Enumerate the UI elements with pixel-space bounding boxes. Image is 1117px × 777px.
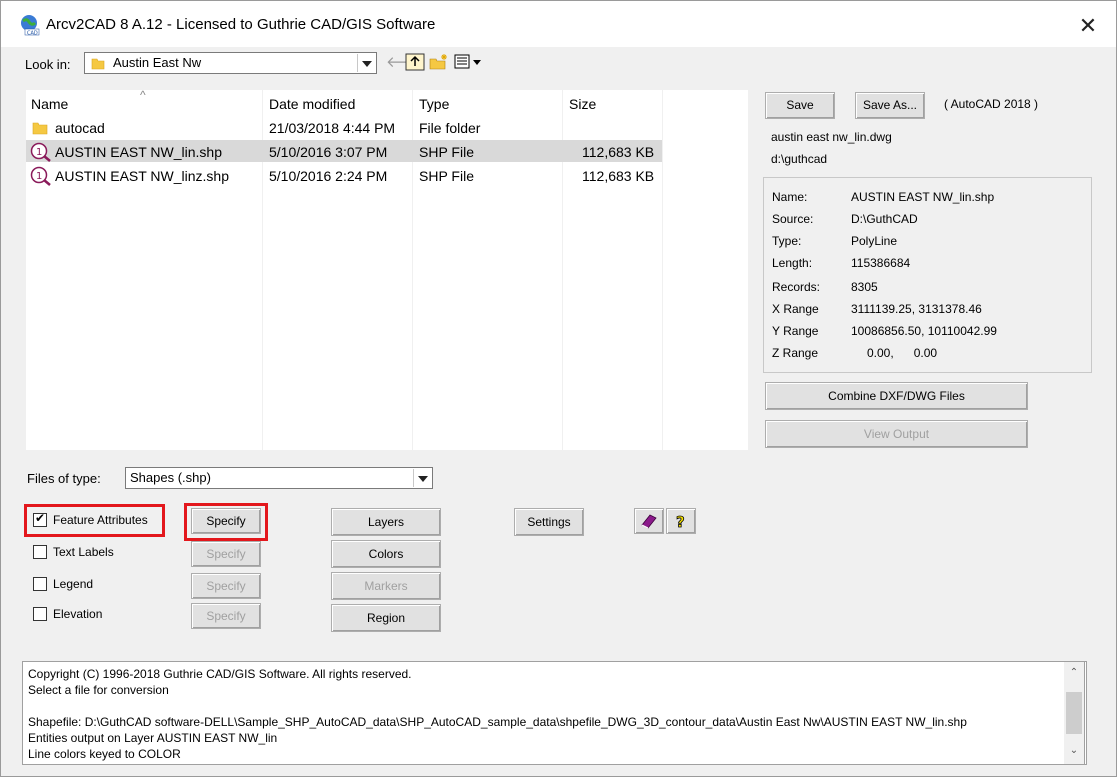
sort-ascending-icon: ^ [140, 88, 146, 102]
folder-icon [91, 58, 105, 70]
layers-button[interactable]: Layers [331, 508, 441, 536]
file-type: SHP File [419, 168, 474, 184]
file-date: 21/03/2018 4:44 PM [269, 120, 396, 136]
svg-text:?: ? [676, 513, 685, 531]
scroll-down-icon[interactable]: ⌄ [1064, 742, 1084, 760]
file-size: 112,683 KB [582, 168, 655, 184]
log-line: Shapefile: D:\GuthCAD software-DELL\Samp… [28, 715, 967, 729]
region-button[interactable]: Region [331, 604, 441, 632]
help-button[interactable]: ? [666, 508, 696, 534]
text-labels-specify-button[interactable]: Specify [191, 541, 261, 567]
file-name[interactable]: autocad [55, 120, 105, 136]
svg-text:1: 1 [36, 171, 42, 182]
legend-specify-button[interactable]: Specify [191, 573, 261, 599]
colors-button[interactable]: Colors [331, 540, 441, 568]
log-line: Line colors keyed to COLOR [28, 747, 181, 761]
scroll-up-icon[interactable]: ⌃ [1064, 664, 1084, 682]
files-of-type-dropdown[interactable]: Shapes (.shp) [125, 467, 433, 489]
file-type: SHP File [419, 144, 474, 160]
close-icon[interactable]: ✕ [1073, 11, 1103, 41]
info-zrange-value: 0.00, 0.00 [867, 346, 938, 360]
file-size: 112,683 KB [582, 144, 655, 160]
column-header-date[interactable]: Date modified [269, 96, 355, 112]
folder-icon [32, 122, 48, 135]
files-of-type-value: Shapes (.shp) [130, 470, 211, 485]
info-records-label: Records: [772, 280, 821, 294]
info-records-value: 8305 [851, 280, 878, 294]
info-yrange-label: Y Range [772, 324, 819, 338]
scroll-thumb[interactable] [1066, 692, 1082, 734]
info-source-label: Source: [772, 212, 814, 226]
info-type-value: PolyLine [851, 234, 898, 248]
log-line: Copyright (C) 1996-2018 Guthrie CAD/GIS … [28, 667, 412, 681]
file-name[interactable]: AUSTIN EAST NW_lin.shp [55, 144, 222, 160]
log-scrollbar[interactable]: ⌃ ⌄ [1064, 661, 1085, 765]
status-log[interactable]: Copyright (C) 1996-2018 Guthrie CAD/GIS … [22, 661, 1087, 765]
log-line: Entities output on Layer AUSTIN EAST NW_… [28, 731, 278, 745]
info-name-value: AUSTIN EAST NW_lin.shp [851, 190, 995, 204]
question-mark-icon: ? [676, 513, 686, 532]
svg-text:1: 1 [36, 147, 42, 158]
up-folder-icon[interactable] [405, 53, 425, 71]
save-button[interactable]: Save [765, 92, 835, 119]
chevron-down-icon[interactable] [413, 469, 431, 487]
look-in-label: Look in: [25, 57, 71, 72]
book-icon [641, 514, 657, 529]
elevation-checkbox[interactable] [33, 607, 47, 621]
file-date: 5/10/2016 3:07 PM [269, 144, 388, 160]
info-xrange-value: 3111139.25, 3131378.46 [851, 302, 982, 316]
output-format-label: ( AutoCAD 2018 ) [944, 97, 1039, 111]
column-header-type[interactable]: Type [419, 96, 449, 112]
column-header-name[interactable]: Name [31, 96, 68, 112]
new-folder-icon[interactable] [429, 53, 449, 71]
file-date: 5/10/2016 2:24 PM [269, 168, 388, 184]
output-directory: d:\guthcad [771, 152, 828, 166]
file-name[interactable]: AUSTIN EAST NW_linz.shp [55, 168, 229, 184]
info-type-label: Type: [772, 234, 802, 248]
info-length-value: 115386684 [851, 256, 911, 270]
feature-attributes-label: Feature Attributes [53, 513, 148, 527]
window-title: Arcv2CAD 8 A.12 - Licensed to Guthrie CA… [46, 16, 436, 33]
help-book-button[interactable] [634, 508, 664, 534]
info-zrange-label: Z Range [772, 346, 819, 360]
file-type: File folder [419, 120, 481, 136]
app-globe-icon: CAD [21, 15, 40, 37]
look-in-value: Austin East Nw [113, 55, 202, 70]
combine-dxf-dwg-button[interactable]: Combine DXF/DWG Files [765, 382, 1028, 410]
info-yrange-value: 10086856.50, 10110042.99 [851, 324, 997, 338]
text-labels-checkbox[interactable] [33, 545, 47, 559]
log-line: Select a file for conversion [28, 683, 169, 697]
legend-checkbox[interactable] [33, 577, 47, 591]
files-of-type-label: Files of type: [27, 471, 101, 486]
text-labels-label: Text Labels [53, 545, 114, 559]
output-filename: austin east nw_lin.dwg [771, 130, 892, 144]
feature-attributes-checkbox[interactable] [33, 511, 47, 527]
info-length-label: Length: [772, 256, 813, 270]
save-as-button[interactable]: Save As... [855, 92, 925, 119]
look-in-dropdown[interactable]: Austin East Nw [84, 52, 377, 74]
shapefile-icon: 1 [30, 142, 51, 162]
elevation-label: Elevation [53, 607, 103, 621]
markers-button[interactable]: Markers [331, 572, 441, 600]
shapefile-icon: 1 [30, 166, 51, 186]
view-output-button[interactable]: View Output [765, 420, 1028, 448]
file-list[interactable]: Name ^ Date modified Type Size autocad 2… [26, 88, 748, 450]
file-info-panel: Name: AUSTIN EAST NW_lin.shp Source: D:\… [763, 177, 1092, 373]
legend-label: Legend [53, 577, 94, 591]
info-xrange-label: X Range [772, 302, 819, 316]
elevation-specify-button[interactable]: Specify [191, 603, 261, 629]
info-name-label: Name: [772, 190, 808, 204]
info-source-value: D:\GuthCAD [851, 212, 918, 226]
svg-text:CAD: CAD [27, 31, 38, 37]
column-header-size[interactable]: Size [569, 96, 596, 112]
settings-button[interactable]: Settings [514, 508, 584, 536]
chevron-down-icon[interactable] [357, 54, 375, 72]
title-bar: CAD Arcv2CAD 8 A.12 - Licensed to Guthri… [1, 1, 1116, 47]
view-menu-icon[interactable] [454, 54, 484, 70]
feature-attributes-specify-button[interactable]: Specify [191, 508, 261, 534]
